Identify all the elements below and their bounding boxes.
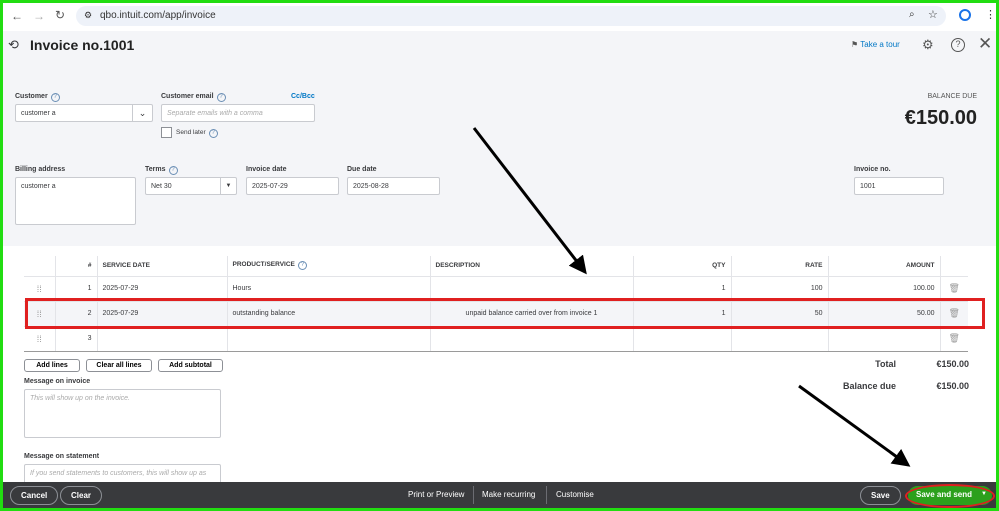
- product-header-text: PRODUCT/SERVICE: [232, 261, 295, 269]
- trash-icon[interactable]: 🗑: [940, 326, 968, 352]
- col-product-service: PRODUCT/SERVICE?: [227, 256, 431, 277]
- help-icon[interactable]: ?: [50, 93, 60, 102]
- highlight-ellipse: [905, 484, 995, 508]
- print-preview-link[interactable]: Print or Preview: [408, 490, 464, 499]
- message-statement-label: Message on statement: [24, 453, 100, 460]
- invoice-no-input[interactable]: 1001: [854, 177, 944, 195]
- col-actions: [940, 256, 968, 277]
- invoice-date-label: Invoice date: [246, 166, 287, 173]
- table-header: # SERVICE DATE PRODUCT/SERVICE? DESCRIPT…: [24, 256, 968, 277]
- customer-label: Customer?: [15, 93, 60, 102]
- menu-icon[interactable]: ⋮: [985, 8, 996, 21]
- drag-handle-icon[interactable]: ⁞⁞: [24, 326, 56, 352]
- bookmark-star-icon[interactable]: ☆: [928, 8, 938, 21]
- help-icon[interactable]: ?: [297, 261, 307, 271]
- billing-address-label: Billing address: [15, 166, 66, 173]
- message-invoice-label: Message on invoice: [24, 378, 91, 385]
- address-bar[interactable]: ⚙ qbo.intuit.com/app/invoice ⌕ ☆: [76, 6, 946, 26]
- customer-label-text: Customer: [15, 93, 48, 100]
- send-later-label: Send later?: [176, 129, 218, 138]
- cell-service-date[interactable]: [97, 326, 228, 352]
- terms-label: Terms?: [145, 166, 178, 175]
- col-description: DESCRIPTION: [430, 256, 634, 277]
- balance-due-total-label: Balance due: [842, 381, 896, 391]
- cell-amount[interactable]: [828, 326, 941, 352]
- drag-column-header: [24, 256, 56, 277]
- cancel-button[interactable]: Cancel: [10, 486, 59, 505]
- close-icon[interactable]: ✕: [978, 34, 992, 54]
- forward-icon[interactable]: →: [33, 9, 45, 23]
- help-icon[interactable]: ?: [168, 166, 178, 175]
- billing-address-input[interactable]: customer a: [15, 177, 136, 225]
- terms-select[interactable]: Net 30 ▼: [145, 177, 237, 195]
- balance-due-total-value: €150.00: [936, 381, 969, 391]
- url-text: qbo.intuit.com/app/invoice: [100, 10, 216, 21]
- chevron-down-icon[interactable]: ⌄: [132, 105, 152, 121]
- add-subtotal-button[interactable]: Add subtotal: [158, 359, 223, 372]
- col-qty: QTY: [633, 256, 732, 277]
- cc-bcc-link[interactable]: Cc/Bcc: [291, 93, 315, 100]
- terms-value: Net 30: [151, 183, 172, 190]
- cell-number: 3: [55, 326, 98, 352]
- site-settings-icon[interactable]: ⚙: [84, 10, 92, 21]
- total-label: Total: [875, 359, 896, 369]
- make-recurring-link[interactable]: Make recurring: [482, 490, 535, 499]
- help-icon[interactable]: ?: [208, 129, 218, 138]
- save-button[interactable]: Save: [860, 486, 901, 505]
- cell-rate[interactable]: [731, 326, 829, 352]
- customer-email-input[interactable]: Separate emails with a comma: [161, 104, 315, 122]
- highlight-box: [25, 298, 985, 329]
- col-service-date: SERVICE DATE: [97, 256, 228, 277]
- cell-description[interactable]: [430, 326, 634, 352]
- help-icon[interactable]: ?: [216, 93, 226, 102]
- back-icon[interactable]: ←: [11, 9, 23, 23]
- customise-link[interactable]: Customise: [556, 490, 594, 499]
- clear-all-lines-button[interactable]: Clear all lines: [86, 359, 152, 372]
- total-value: €150.00: [936, 359, 969, 369]
- send-later-checkbox[interactable]: [161, 127, 172, 138]
- customer-select[interactable]: customer a ⌄: [15, 104, 153, 122]
- recent-transactions-icon[interactable]: ⟲: [8, 37, 19, 53]
- cell-qty[interactable]: [633, 326, 732, 352]
- page-title: Invoice no.1001: [30, 37, 135, 53]
- profile-icon[interactable]: [959, 9, 971, 21]
- col-amount: AMOUNT: [828, 256, 941, 277]
- due-date-input[interactable]: 2025-08-28: [347, 177, 440, 195]
- send-later-text: Send later: [176, 129, 206, 136]
- clear-button[interactable]: Clear: [60, 486, 103, 505]
- balance-due-amount: €150.00: [904, 107, 977, 129]
- divider: [546, 486, 547, 504]
- help-icon[interactable]: ?: [951, 38, 965, 52]
- due-date-label: Due date: [347, 166, 377, 173]
- browser-toolbar: ← → ↻ ⚙ qbo.intuit.com/app/invoice ⌕ ☆ ⋮: [3, 3, 996, 31]
- divider: [473, 486, 474, 504]
- email-label-text: Customer email: [161, 93, 214, 100]
- balance-due-label: BALANCE DUE: [927, 93, 977, 100]
- caret-down-icon[interactable]: ▼: [220, 178, 236, 194]
- arrow-to-save-send: [798, 384, 911, 467]
- table-row[interactable]: ⁞⁞ 3 🗑: [24, 326, 968, 352]
- col-number: #: [55, 256, 98, 277]
- gear-icon[interactable]: ⚙: [922, 37, 934, 53]
- take-tour-label: Take a tour: [860, 40, 900, 49]
- zoom-icon[interactable]: ⌕: [909, 9, 915, 20]
- invoice-date-input[interactable]: 2025-07-29: [246, 177, 339, 195]
- reload-icon[interactable]: ↻: [55, 8, 65, 22]
- terms-label-text: Terms: [145, 166, 166, 173]
- col-rate: RATE: [731, 256, 829, 277]
- customer-value: customer a: [21, 110, 56, 117]
- take-tour-link[interactable]: ⚑ Take a tour: [851, 40, 900, 49]
- cell-product[interactable]: [227, 326, 431, 352]
- invoice-header-area: [3, 31, 996, 246]
- message-statement-input[interactable]: If you send statements to customers, thi…: [24, 464, 221, 484]
- message-invoice-input[interactable]: This will show up on the invoice.: [24, 389, 221, 438]
- customer-email-label: Customer email?: [161, 93, 226, 102]
- signpost-icon: ⚑: [851, 40, 861, 49]
- invoice-no-label: Invoice no.: [854, 166, 891, 173]
- add-lines-button[interactable]: Add lines: [24, 359, 80, 372]
